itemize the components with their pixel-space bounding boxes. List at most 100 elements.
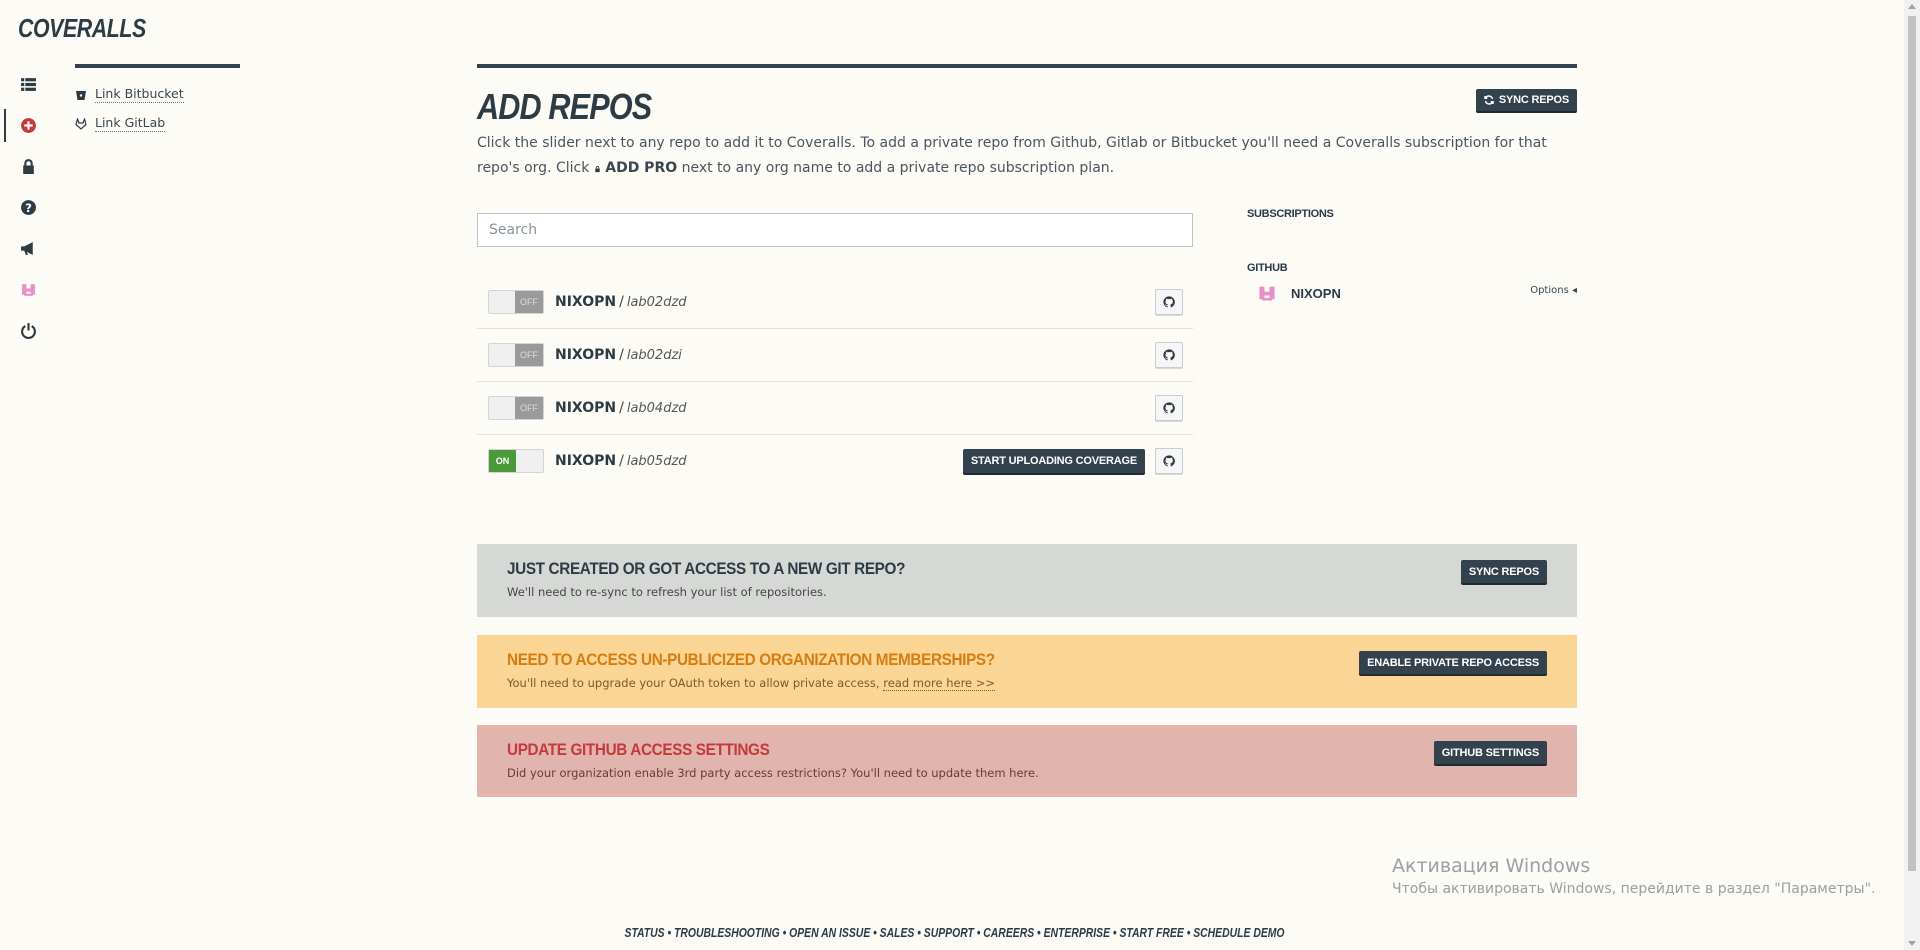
add-circle-icon: [20, 118, 36, 133]
power-icon: [20, 323, 36, 339]
github-link-button[interactable]: [1155, 395, 1183, 421]
repo-org: NIXOPN: [555, 347, 617, 363]
repo-org: NIXOPN: [555, 453, 617, 469]
toggle-state: OFF: [515, 344, 543, 366]
github-heading: GITHUB: [1247, 262, 1288, 274]
footer-link-enterprise[interactable]: ENTERPRISE: [1044, 925, 1110, 940]
windows-activation-watermark: Активация Windows Чтобы активировать Win…: [1392, 855, 1875, 897]
page-title: ADD REPOS: [477, 86, 652, 127]
megaphone-icon: [20, 242, 33, 255]
repo-toggle[interactable]: ON: [488, 449, 544, 473]
private-access-banner: NEED TO ACCESS UN-PUBLICIZED ORGANIZATIO…: [477, 635, 1577, 708]
rail-add-repos[interactable]: [0, 105, 56, 146]
footer-link-schedule-demo[interactable]: SCHEDULE DEMO: [1194, 925, 1285, 940]
repo-list: OFF NIXOPN / lab02dzd OFF NIXOPN / lab02dzi …: [477, 276, 1193, 487]
scroll-thumb[interactable]: [1908, 16, 1916, 871]
watermark-text: Чтобы активировать Windows, перейдите в …: [1392, 881, 1876, 897]
subscriptions-panel: SUBSCRIPTIONS GITHUB NIXOPN Options ◂: [1247, 208, 1577, 304]
read-more-link[interactable]: read more here >>: [883, 676, 996, 691]
footer-links: STATUS • TROUBLESHOOTING • OPEN AN ISSUE…: [0, 925, 1910, 940]
repo-name[interactable]: NIXOPN / lab02dzd: [555, 294, 687, 310]
settings-banner-text: Did your organization enable 3rd party a…: [507, 766, 1039, 780]
footer-link-troubleshooting[interactable]: TROUBLESHOOTING: [674, 925, 780, 940]
footer-link-start-free[interactable]: START FREE: [1120, 925, 1184, 940]
avatar-icon: [20, 282, 36, 297]
github-link-button[interactable]: [1155, 289, 1183, 315]
repo-title: lab05dzd: [626, 454, 687, 469]
rail-pro[interactable]: [0, 146, 56, 187]
github-link-button[interactable]: [1155, 342, 1183, 368]
repo-name[interactable]: NIXOPN / lab02dzi: [555, 347, 682, 363]
gitlab-icon: [75, 117, 87, 130]
footer-link-status[interactable]: STATUS: [625, 925, 665, 940]
intro-tail: next to any org name to add a private re…: [681, 159, 1115, 176]
watermark-title: Активация Windows: [1392, 855, 1591, 877]
banner-sync-repos-button[interactable]: SYNC REPOS: [1460, 560, 1547, 583]
rail-logout[interactable]: [0, 310, 56, 351]
coveralls-logo[interactable]: COVERALLS: [18, 8, 146, 48]
main-content: ADD REPOS SYNC REPOS Click the slider ne…: [477, 64, 1577, 797]
link-gitlab-label[interactable]: Link GitLab: [95, 115, 166, 132]
repo-org: NIXOPN: [555, 400, 617, 416]
link-bitbucket-label[interactable]: Link Bitbucket: [95, 86, 184, 103]
sync-repos-label: SYNC REPOS: [1498, 94, 1569, 106]
repo-row: ON NIXOPN / lab05dzd START UPLOADING COVER…: [477, 435, 1193, 487]
refresh-icon: [1484, 95, 1494, 105]
repo-name[interactable]: NIXOPN / lab04dzd: [555, 400, 687, 416]
enable-private-repo-access-button[interactable]: ENABLE PRIVATE REPO ACCESS: [1359, 651, 1547, 674]
lock-icon: [22, 159, 34, 174]
sync-banner-title: JUST CREATED OR GOT ACCESS TO A NEW GIT …: [507, 559, 906, 578]
repo-toggle[interactable]: OFF: [488, 290, 544, 314]
rail-account[interactable]: [0, 269, 56, 310]
intro-text: Click the slider next to any repo to add…: [477, 131, 1577, 180]
footer-link-sales[interactable]: SALES: [880, 925, 915, 940]
toggle-state: OFF: [515, 291, 543, 313]
settings-banner-title: UPDATE GITHUB ACCESS SETTINGS: [507, 740, 770, 759]
link-services-nav: Link Bitbucket Link GitLab: [75, 64, 240, 138]
repo-name[interactable]: NIXOPN / lab05dzd: [555, 453, 687, 469]
scroll-up-icon[interactable]: [1908, 4, 1916, 9]
github-icon: [1163, 296, 1175, 308]
rail-repos[interactable]: [0, 64, 56, 105]
scroll-down-icon[interactable]: [1908, 941, 1916, 946]
repo-toggle[interactable]: OFF: [488, 343, 544, 367]
start-uploading-coverage-button[interactable]: START UPLOADING COVERAGE: [962, 449, 1145, 473]
repo-toggle[interactable]: OFF: [488, 396, 544, 420]
repo-title: lab02dzd: [626, 295, 687, 310]
footer-link-support[interactable]: SUPPORT: [924, 925, 974, 940]
page-scrollbar[interactable]: [1904, 0, 1920, 950]
github-link-button[interactable]: [1155, 448, 1183, 474]
toggle-state: OFF: [515, 397, 543, 419]
footer-link-open-an-issue[interactable]: OPEN AN ISSUE: [790, 925, 871, 940]
link-bitbucket[interactable]: Link Bitbucket: [75, 80, 240, 109]
org-name[interactable]: NIXOPN: [1291, 286, 1341, 301]
github-icon: [1163, 349, 1175, 361]
footer-link-careers[interactable]: CAREERS: [984, 925, 1035, 940]
toggle-state: ON: [489, 450, 516, 472]
rail-help[interactable]: ?: [0, 187, 56, 228]
icon-rail: ?: [0, 64, 56, 351]
github-icon: [1163, 455, 1175, 467]
help-icon: ?: [20, 200, 36, 215]
link-gitlab[interactable]: Link GitLab: [75, 109, 240, 138]
add-pro-label: ADD PRO: [605, 159, 678, 176]
subscriptions-heading: SUBSCRIPTIONS: [1247, 208, 1334, 220]
repo-title: lab02dzi: [626, 348, 682, 363]
rail-announcements[interactable]: [0, 228, 56, 269]
github-settings-banner: UPDATE GITHUB ACCESS SETTINGS Did your o…: [477, 725, 1577, 797]
private-banner-title: NEED TO ACCESS UN-PUBLICIZED ORGANIZATIO…: [507, 650, 995, 669]
search-input[interactable]: [477, 213, 1193, 247]
private-banner-body: You'll need to upgrade your OAuth token …: [507, 676, 880, 690]
private-banner-text: You'll need to upgrade your OAuth token …: [507, 676, 1547, 691]
org-options-toggle[interactable]: Options ◂: [1530, 285, 1577, 296]
repo-row: OFF NIXOPN / lab04dzd: [477, 382, 1193, 435]
sync-repos-button[interactable]: SYNC REPOS: [1475, 89, 1577, 111]
repo-title: lab04dzd: [626, 401, 687, 416]
bitbucket-icon: [76, 90, 86, 100]
org-row: NIXOPN Options ◂: [1247, 282, 1577, 304]
svg-text:?: ?: [25, 201, 32, 215]
repo-row: OFF NIXOPN / lab02dzd: [477, 276, 1193, 329]
sync-banner-text: We'll need to re-sync to refresh your li…: [507, 585, 827, 599]
github-settings-button[interactable]: GITHUB SETTINGS: [1433, 741, 1547, 764]
github-icon: [1163, 402, 1175, 414]
